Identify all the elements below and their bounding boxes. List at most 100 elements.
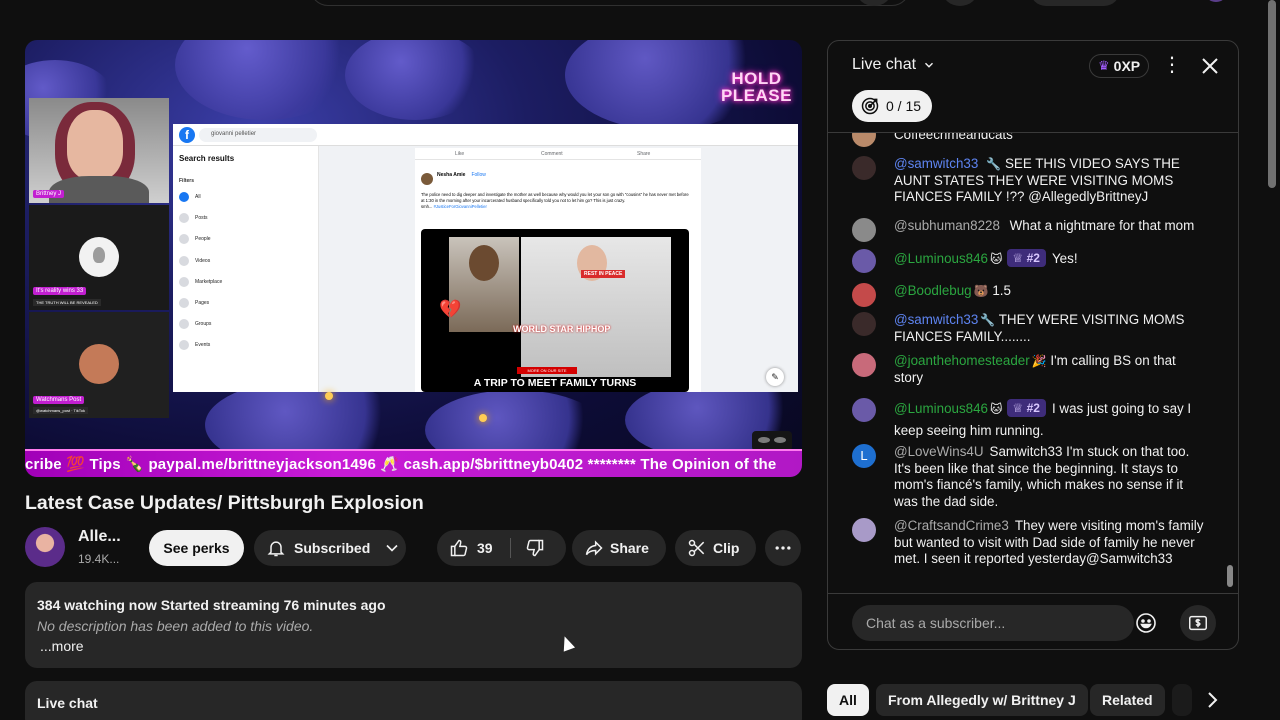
live-chat-replay-header[interactable]: Live chat [25, 681, 802, 720]
chat-mode-selector[interactable]: Live chat [852, 56, 936, 74]
live-chat-replay-label: Live chat [37, 695, 98, 711]
facebook-sidebar: Search results Filters All Posts People … [173, 146, 319, 392]
message-text: 1.5 [992, 283, 1011, 298]
user-avatar[interactable] [852, 518, 876, 542]
username[interactable]: @Luminous846 [894, 401, 988, 416]
post-actions: Like Comment Share [415, 148, 701, 160]
super-chat-button[interactable] [1180, 605, 1216, 641]
user-avatar[interactable] [852, 133, 876, 147]
cloud-decoration [175, 40, 355, 120]
chat-input-bar: Chat as a subscriber... [828, 593, 1238, 649]
user-avatar[interactable]: L [852, 444, 876, 468]
username[interactable]: @Boodlebug [894, 283, 972, 298]
chat-input[interactable]: Chat as a subscriber... [852, 605, 1134, 641]
user-avatar[interactable] [852, 249, 876, 273]
username[interactable]: @LoveWins4U [894, 444, 984, 459]
description-box[interactable]: 384 watching now Started streaming 76 mi… [25, 582, 802, 668]
guest-2-label: Watchmans Post [33, 396, 85, 404]
see-perks-button[interactable]: See perks [149, 530, 244, 566]
account-avatar[interactable] [1204, 0, 1228, 2]
hold-please-overlay: HOLD PLEASE [721, 70, 792, 104]
post-like: Like [455, 151, 465, 157]
search-box[interactable] [310, 0, 910, 6]
guest-placeholder-icon [79, 237, 119, 277]
username[interactable]: @samwitch33 [894, 156, 978, 171]
post-share: Share [637, 151, 651, 157]
facebook-logo-icon: f [179, 127, 195, 143]
screen-share: f giovanni pelletier Search results Filt… [173, 124, 798, 392]
subscribed-button[interactable]: Subscribed [254, 530, 406, 566]
user-avatar[interactable] [852, 218, 876, 242]
username[interactable]: @joanthehomesteader [894, 353, 1030, 368]
page-scrollbar[interactable] [1268, 0, 1276, 188]
chevron-right-icon[interactable] [1200, 688, 1228, 712]
voice-search-button[interactable] [942, 0, 978, 6]
rank-badge: ♕ #2 [1006, 249, 1046, 267]
username[interactable]: @samwitch33 [894, 312, 978, 327]
chat-title: Live chat [852, 56, 917, 73]
filter-item: Events [179, 340, 210, 350]
post-comment: Comment [541, 151, 563, 157]
post-body: The police need to dig deeper and invest… [421, 192, 689, 209]
create-button[interactable] [1030, 0, 1120, 6]
xp-badge[interactable]: ♛ 0XP [1089, 54, 1150, 78]
dislike-icon[interactable] [525, 538, 545, 558]
chip-more-faded [1172, 684, 1192, 716]
user-avatar[interactable] [852, 312, 876, 336]
hold-text: HOLD [731, 69, 782, 88]
rank-badge: ♕ #2 [1006, 399, 1046, 417]
user-avatar[interactable] [852, 283, 876, 307]
like-count: 39 [477, 540, 493, 556]
filters-label: Filters [179, 178, 195, 184]
goal-count: 0 / 15 [886, 98, 922, 114]
username[interactable]: @Luminous846 [894, 251, 988, 266]
wrench-icon: 🔧 [986, 157, 1002, 171]
user-avatar[interactable] [852, 353, 876, 377]
eyes-logo [752, 431, 792, 451]
donation-ticker: cribe 💯 Tips 🍾 paypal.me/brittneyjackson… [25, 449, 802, 477]
chat-goal-pill[interactable]: 0 / 15 [852, 90, 932, 122]
xp-value: 0XP [1113, 58, 1141, 74]
username[interactable]: @subhuman8228 [894, 218, 1000, 233]
party-icon: 🎉 [1031, 354, 1047, 368]
username[interactable]: @CraftsandCrime3 [894, 518, 1009, 533]
like-dislike-group: 39 [437, 530, 566, 566]
rest-in-peace-label: REST IN PEACE [581, 270, 626, 278]
target-icon [861, 97, 879, 115]
post-author: Nesha Amie Follow [437, 172, 486, 178]
show-more-link[interactable]: ...more [40, 638, 84, 654]
facebook-topbar: f giovanni pelletier [173, 124, 798, 146]
host-shirt [49, 176, 149, 203]
worldstar-logo: WORLD STAR HIPHOP [513, 324, 611, 334]
search-results-title: Search results [179, 154, 235, 163]
chip-from-channel[interactable]: From Allegedly w/ Brittney J [876, 684, 1088, 716]
share-button[interactable]: Share [572, 530, 666, 566]
description-text: No description has been added to this vi… [37, 618, 314, 634]
clip-button[interactable]: Clip [675, 530, 756, 566]
host-camera-label: Brittney J [33, 190, 65, 198]
chat-scrollbar[interactable] [1227, 565, 1233, 587]
filter-item: People [179, 234, 211, 244]
chip-related[interactable]: Related [1090, 684, 1165, 716]
subscribed-label: Subscribed [294, 540, 371, 556]
facebook-feed: Like Comment Share Nesha Amie Follow The … [319, 146, 798, 392]
masthead [0, 0, 1280, 8]
like-icon[interactable] [449, 538, 469, 558]
channel-avatar[interactable] [25, 527, 65, 567]
user-avatar[interactable] [852, 156, 876, 180]
guest-1-sublabel: THE TRUTH WILL BE REVEALED [33, 299, 101, 306]
filter-item: Marketplace [179, 277, 222, 287]
user-avatar[interactable] [852, 398, 876, 422]
wrench-icon: 🔧 [980, 313, 996, 327]
chip-all[interactable]: All [827, 684, 869, 716]
cat-icon: 🐱 [990, 402, 1003, 416]
video-player[interactable]: HOLD PLEASE Brittney J It's reality wins… [25, 40, 802, 477]
more-actions-button[interactable] [765, 530, 801, 566]
lamp-decoration [325, 392, 333, 400]
message-text: Yes! [1051, 251, 1078, 266]
channel-name[interactable]: Alle... [78, 528, 121, 546]
chat-menu-icon[interactable]: ⋮ [1162, 53, 1182, 77]
crown-icon: ♛ [1098, 58, 1110, 73]
emoji-icon[interactable] [1134, 611, 1158, 635]
close-icon[interactable] [1198, 54, 1222, 78]
